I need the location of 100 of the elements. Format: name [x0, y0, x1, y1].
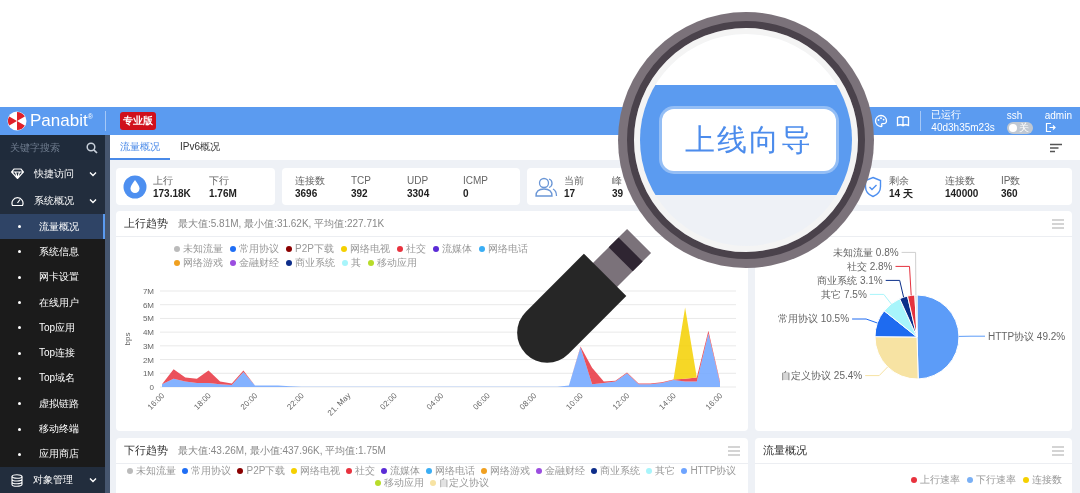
leader-line	[864, 366, 889, 377]
sidebar-item[interactable]: 虚拟链路	[0, 391, 105, 417]
panel-summary: 最大值:43.26M, 最小值:437.96K, 平均值:1.75M	[178, 443, 386, 458]
sidebar-group[interactable]: 快捷访问	[0, 160, 105, 187]
sidebar-item[interactable]: 在线用户	[0, 289, 105, 316]
legend-label: 商业系统	[600, 465, 641, 477]
bullet-icon	[18, 250, 21, 254]
legend-label: 常用协议	[191, 465, 232, 477]
stat-label: UDP	[407, 173, 430, 187]
legend-label: 网络电话	[487, 243, 528, 255]
y-axis-title: bps	[123, 332, 132, 346]
stat-value: 39	[612, 186, 625, 200]
legend-label: 下行速率	[976, 474, 1016, 486]
x-axis-label: 21. May	[325, 391, 353, 418]
stat-label: ICMP	[463, 173, 489, 187]
logo-icon	[7, 111, 27, 131]
bullet-icon	[18, 452, 21, 456]
sidebar-item[interactable]: 网卡设置	[0, 264, 105, 290]
ssh-label: ssh	[1006, 108, 1023, 122]
search-input[interactable]: 关键字搜索	[10, 142, 80, 153]
pie-label: HTTP协议 49.2%	[988, 330, 1066, 342]
menu-icon[interactable]	[728, 445, 740, 456]
pie-label: 社交 2.8%	[846, 260, 893, 272]
sort-icon[interactable]	[1050, 142, 1062, 153]
stat-value: 173.18K	[153, 186, 192, 200]
diamond-icon	[11, 168, 24, 179]
stat-value: 0	[463, 186, 470, 200]
panel-title: 上行趋势	[124, 216, 168, 231]
stat-label: 上行	[153, 173, 174, 187]
legend-label: 社交	[405, 243, 426, 255]
sidebar-item[interactable]: 移动终端	[0, 416, 105, 442]
sidebar-item[interactable]: 应用商店	[0, 441, 105, 467]
y-axis-label: 2M	[142, 355, 154, 365]
y-axis-label: 1M	[142, 369, 154, 379]
y-axis-label: 0	[149, 383, 154, 392]
pie-label: 其它 7.5%	[821, 288, 867, 300]
logout-icon[interactable]	[1044, 122, 1056, 133]
legend-label: 社交	[355, 465, 376, 477]
users-icon	[534, 175, 558, 198]
stat-value: 360	[1001, 186, 1019, 200]
water-drop-icon	[123, 174, 147, 199]
legend-label: 未知流量	[136, 465, 177, 477]
book-icon[interactable]	[896, 114, 911, 128]
edition-badge: 专业版	[120, 112, 156, 130]
palette-icon[interactable]	[874, 114, 889, 128]
panel-title: 下行趋势	[124, 443, 168, 458]
y-axis-label: 6M	[142, 300, 154, 310]
legend-label: 商业系统	[295, 257, 335, 269]
bullet-icon	[18, 326, 21, 330]
search-field[interactable]: 关键字搜索	[0, 135, 105, 160]
legend-label: 网络电话	[435, 465, 476, 477]
sidebar-item[interactable]: 系统信息	[0, 239, 105, 265]
search-icon[interactable]	[86, 141, 98, 154]
legend-label: 连接数	[1032, 474, 1062, 486]
sidebar-item[interactable]: Top域名	[0, 365, 105, 392]
legend-label: 流媒体	[441, 243, 472, 255]
bullet-icon	[18, 402, 21, 406]
bullet-icon	[18, 301, 21, 305]
legend-label: 金融财经	[239, 257, 279, 269]
uptime-label: 已运行	[931, 108, 963, 121]
sidebar-item[interactable]: 流量概况	[0, 214, 105, 240]
legend-label: 流媒体	[390, 465, 421, 477]
stat-value: 1.76M	[209, 186, 238, 200]
sidebar-group[interactable]: 对象管理	[0, 466, 105, 493]
stat-value: 3304	[407, 186, 431, 200]
legend-label: 移动应用	[384, 477, 424, 489]
legend-label: HTTP协议	[690, 465, 737, 477]
legend-label: 金融财经	[545, 465, 586, 477]
menu-icon[interactable]	[1052, 218, 1064, 229]
legend-label: 上行速率	[920, 474, 960, 486]
tab[interactable]: IPv6概况	[170, 135, 230, 160]
pie-label: 未知流量 0.8%	[833, 246, 899, 258]
stat-label: 剩余	[889, 173, 910, 187]
y-axis-label: 5M	[142, 314, 154, 324]
gauge-icon	[11, 194, 24, 207]
legend-label: 未知流量	[183, 243, 223, 255]
pie-label: 自定义协议 25.4%	[781, 370, 863, 382]
stat-value: 14 天	[889, 186, 914, 200]
legend-label: 移动应用	[377, 257, 417, 269]
legend-label: 网络电视	[349, 243, 390, 255]
legend-label: P2P下载	[246, 465, 286, 477]
menu-icon[interactable]	[1052, 445, 1064, 456]
sidebar-item[interactable]: Top应用	[0, 315, 105, 341]
pie-label: 常用协议 10.5%	[777, 313, 850, 325]
y-axis-label: 4M	[142, 328, 154, 338]
sidebar-group[interactable]: 系统概况	[0, 187, 105, 214]
leader-line	[851, 318, 878, 324]
bullet-icon	[18, 275, 21, 279]
shield-check-icon	[863, 175, 883, 198]
y-axis-label: 3M	[142, 341, 154, 351]
chevron-down-icon	[89, 477, 97, 484]
pie-label: 商业系统 3.1%	[817, 274, 883, 286]
stat-value: 3696	[295, 186, 319, 200]
tab[interactable]: 流量概况	[110, 135, 170, 160]
legend-label: 网络游戏	[183, 257, 223, 269]
stat-value: 17	[564, 186, 577, 200]
bullet-icon	[18, 427, 21, 431]
stat-value: 392	[351, 186, 369, 200]
database-icon	[11, 473, 23, 487]
sidebar-item[interactable]: Top连接	[0, 340, 105, 366]
